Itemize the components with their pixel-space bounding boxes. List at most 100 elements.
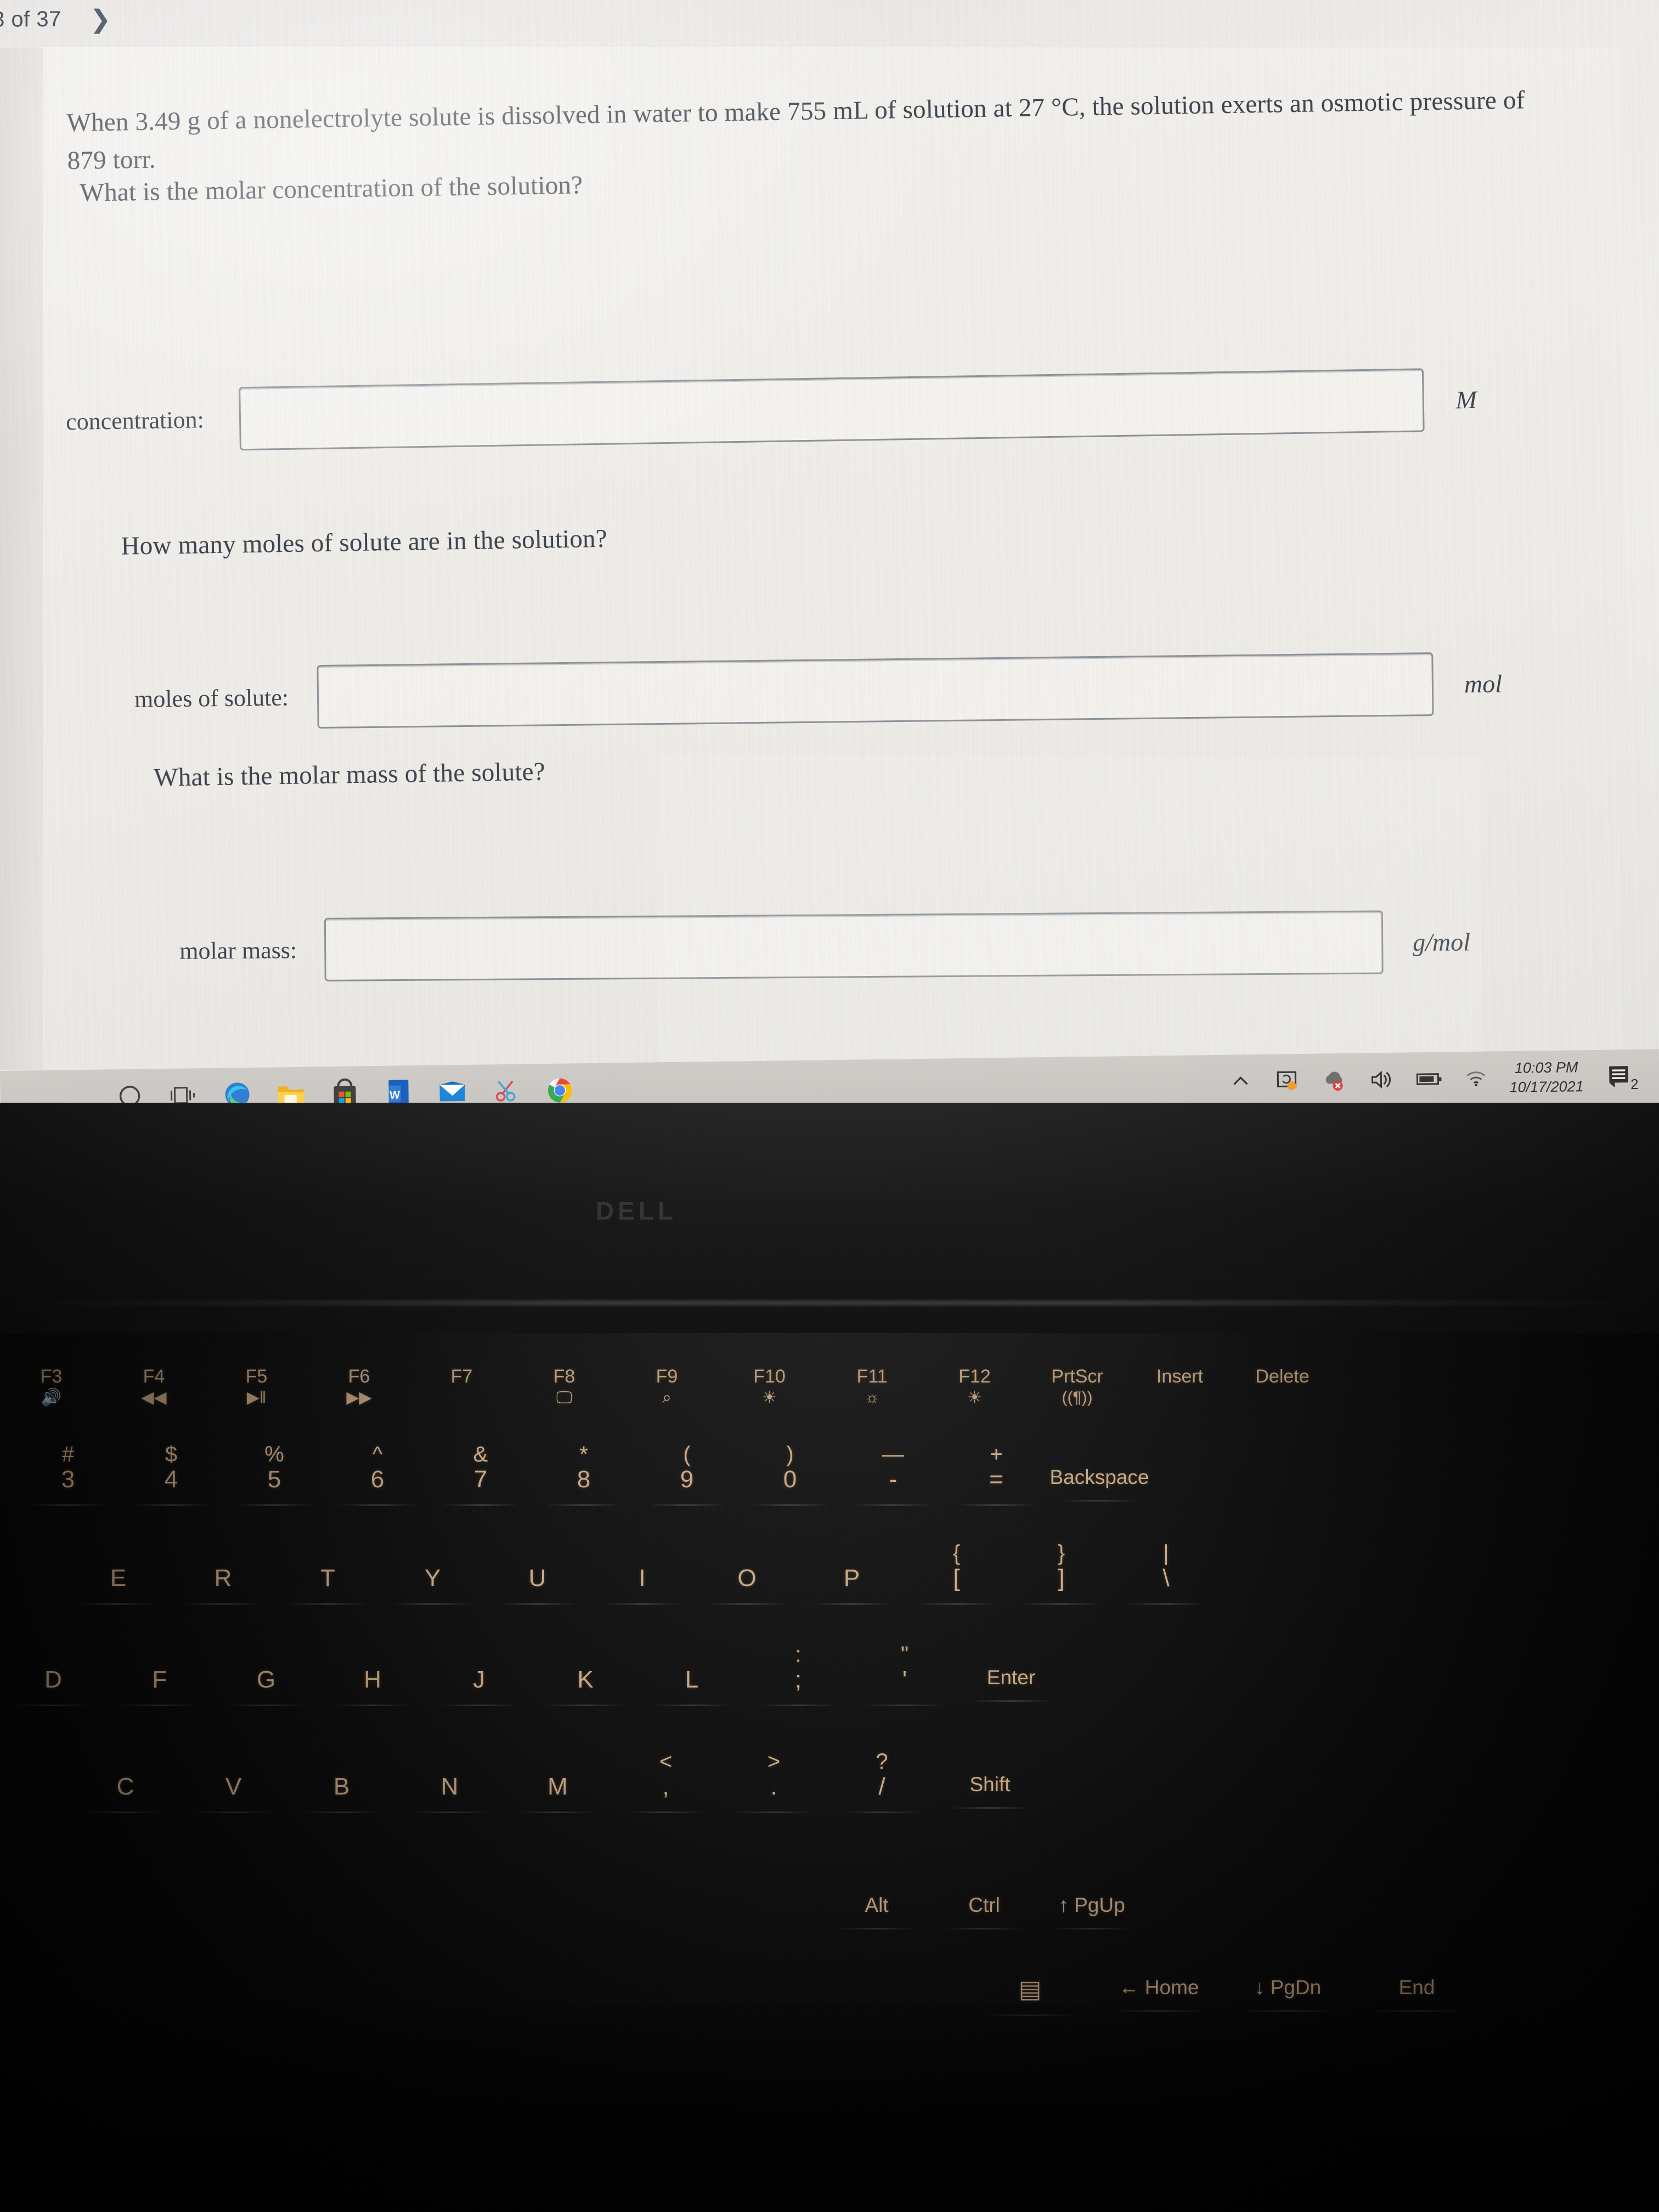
keyboard-key-j[interactable]: J — [426, 1643, 532, 1706]
moles-input[interactable] — [317, 652, 1434, 729]
keycap-edge — [438, 1704, 520, 1706]
keycap-lower-label: J — [473, 1666, 485, 1693]
cortana-icon[interactable] — [112, 1079, 147, 1103]
keyboard-key-5[interactable]: % 5 — [223, 1443, 326, 1506]
file-explorer-icon[interactable] — [274, 1077, 308, 1103]
keycap-edge — [707, 1602, 787, 1605]
keyboard-key-h[interactable]: H — [319, 1643, 426, 1706]
keyboard-key-p[interactable]: P — [799, 1542, 904, 1605]
keyboard-key-end[interactable]: End — [1352, 1953, 1481, 2012]
keyboard-key-quote[interactable]: " ' — [851, 1643, 958, 1706]
keyboard-key-n[interactable]: N — [396, 1750, 504, 1813]
keyboard-prtscr[interactable]: PrtScr ((¶)) — [1026, 1366, 1128, 1408]
keyboard-key-equals[interactable]: + = — [945, 1443, 1048, 1506]
pager-label: 3 of 37 — [0, 7, 61, 32]
keyboard-key-semicolon[interactable]: :; — [745, 1643, 851, 1706]
concentration-input[interactable] — [238, 368, 1425, 451]
keyboard-f10[interactable]: F10 ☀ — [718, 1366, 821, 1408]
keyboard-key-bracket-right[interactable]: }] — [1009, 1542, 1114, 1605]
keyboard-key-v[interactable]: V — [179, 1750, 287, 1813]
onedrive-sync-icon[interactable] — [1273, 1068, 1302, 1094]
snipping-tool-icon[interactable] — [489, 1074, 523, 1103]
keyboard-key-minus[interactable]: — - — [842, 1443, 945, 1506]
battery-icon[interactable] — [1415, 1066, 1444, 1093]
mail-icon[interactable] — [435, 1075, 470, 1103]
keycap-edge — [811, 1602, 892, 1605]
keycap-upper-label — [396, 1750, 504, 1773]
keyboard-key-ctrl[interactable]: Ctrl — [930, 1871, 1038, 1929]
keyboard-key-bracket-left[interactable]: {[ — [904, 1542, 1009, 1605]
keycap-fn-label: F6 — [348, 1366, 370, 1387]
keyboard-key-7[interactable]: & 7 — [429, 1443, 532, 1506]
keycap-lower-label: E — [110, 1565, 127, 1592]
keycap-lower-label: ] — [1058, 1565, 1065, 1592]
keycap-lower-label: End — [1398, 1976, 1435, 1999]
molar-mass-input[interactable] — [324, 910, 1384, 981]
keyboard-key-y[interactable]: Y — [380, 1542, 485, 1605]
keyboard-key-l[interactable]: L — [639, 1643, 745, 1706]
keyboard-key-d[interactable]: D — [0, 1643, 106, 1706]
keyboard-key-t[interactable]: T — [275, 1542, 380, 1605]
keyboard-key-backslash[interactable]: | \ — [1114, 1542, 1218, 1605]
keyboard-key-0[interactable]: ) 0 — [738, 1443, 842, 1506]
keyboard-key-o[interactable]: O — [695, 1542, 799, 1605]
taskbar-clock[interactable]: 10:03 PM 10/17/2021 — [1509, 1058, 1584, 1097]
keyboard-key-u[interactable]: U — [485, 1542, 590, 1605]
keyboard-key-shift-right[interactable]: Shift — [936, 1750, 1044, 1809]
keyboard-number-row: #3 $4% 5 ^ 6 & 7 * 8(9) 0— - + = Backspace — [16, 1443, 1151, 1506]
keyboard-key-pgdn[interactable]: ↓ PgDn — [1223, 1953, 1352, 2012]
keyboard-delete[interactable]: Delete — [1231, 1366, 1334, 1387]
keyboard-key-menu[interactable]: ▤ — [966, 1953, 1094, 2016]
task-view-icon[interactable] — [166, 1078, 201, 1103]
keyboard-f12[interactable]: F12 ☀ — [923, 1366, 1026, 1408]
keyboard-key-3[interactable]: #3 — [16, 1443, 120, 1506]
keyboard-key-m[interactable]: M — [504, 1750, 612, 1813]
microsoft-edge-icon[interactable] — [220, 1077, 255, 1103]
cloud-error-icon[interactable] — [1321, 1067, 1350, 1094]
keyboard-key-comma[interactable]: <, — [612, 1750, 720, 1813]
keyboard-f3[interactable]: F3 🔊 — [0, 1366, 103, 1408]
volume-icon[interactable] — [1368, 1066, 1397, 1093]
keyboard-key-r[interactable]: R — [171, 1542, 275, 1605]
keyboard-f9[interactable]: F9 ⌕ — [616, 1366, 718, 1408]
keyboard-key-g[interactable]: G — [213, 1643, 319, 1706]
keyboard-key-slash[interactable]: ? / — [828, 1750, 936, 1813]
keyboard-key-home[interactable]: ← Home — [1094, 1953, 1223, 2012]
microsoft-word-icon[interactable]: W — [381, 1075, 416, 1103]
wifi-icon[interactable] — [1462, 1065, 1491, 1092]
keycap-upper-label — [380, 1542, 485, 1565]
keyboard-f8[interactable]: F8 🖵 — [513, 1366, 616, 1408]
keyboard-key-alt[interactable]: Alt — [823, 1871, 930, 1929]
show-hidden-icons-icon[interactable] — [1226, 1068, 1255, 1095]
keyboard-key-b[interactable]: B — [287, 1750, 396, 1813]
keyboard-insert[interactable]: Insert — [1128, 1366, 1231, 1387]
keyboard-key-k[interactable]: K — [532, 1643, 639, 1706]
keycap-edge — [497, 1602, 578, 1605]
keyboard-key-9[interactable]: (9 — [635, 1443, 738, 1506]
keyboard-key-4[interactable]: $4 — [120, 1443, 223, 1506]
clock-time: 10:03 PM — [1514, 1059, 1578, 1077]
keyboard-key-6[interactable]: ^ 6 — [326, 1443, 429, 1506]
keyboard-key-e[interactable]: E — [66, 1542, 171, 1605]
keyboard-key-8[interactable]: * 8 — [532, 1443, 635, 1506]
keyboard-f5[interactable]: F5 ▶‖ — [205, 1366, 308, 1408]
chevron-right-icon[interactable]: ❯ — [90, 4, 111, 33]
keyboard-f6[interactable]: F6 ▶▶ — [308, 1366, 410, 1408]
keyboard-key-c[interactable]: C — [71, 1750, 179, 1813]
answer-row-moles: moles of solute: mol — [134, 652, 1502, 731]
keyboard-f11[interactable]: F11 ☼ — [821, 1366, 923, 1408]
microsoft-store-icon[interactable] — [328, 1076, 362, 1103]
keyboard-f7[interactable]: F7 — [410, 1366, 513, 1387]
keyboard-f4[interactable]: F4 ◀◀ — [103, 1366, 205, 1408]
keyboard-key-backspace[interactable]: Backspace — [1048, 1443, 1151, 1502]
keyboard-key-f[interactable]: F — [106, 1643, 213, 1706]
keycap-upper-label — [179, 1750, 287, 1773]
keyboard-key-pgup[interactable]: ↑ PgUp — [1038, 1871, 1146, 1929]
keyboard-key-enter[interactable]: Enter — [958, 1643, 1064, 1702]
notification-icon[interactable]: 2 — [1602, 1063, 1639, 1092]
keyboard-key-i[interactable]: I — [590, 1542, 695, 1605]
google-chrome-icon[interactable] — [543, 1073, 577, 1103]
concentration-label: concentration: — [65, 405, 205, 435]
keyboard-key-period[interactable]: >. — [720, 1750, 828, 1813]
keycap-lower-label: F — [152, 1666, 167, 1693]
